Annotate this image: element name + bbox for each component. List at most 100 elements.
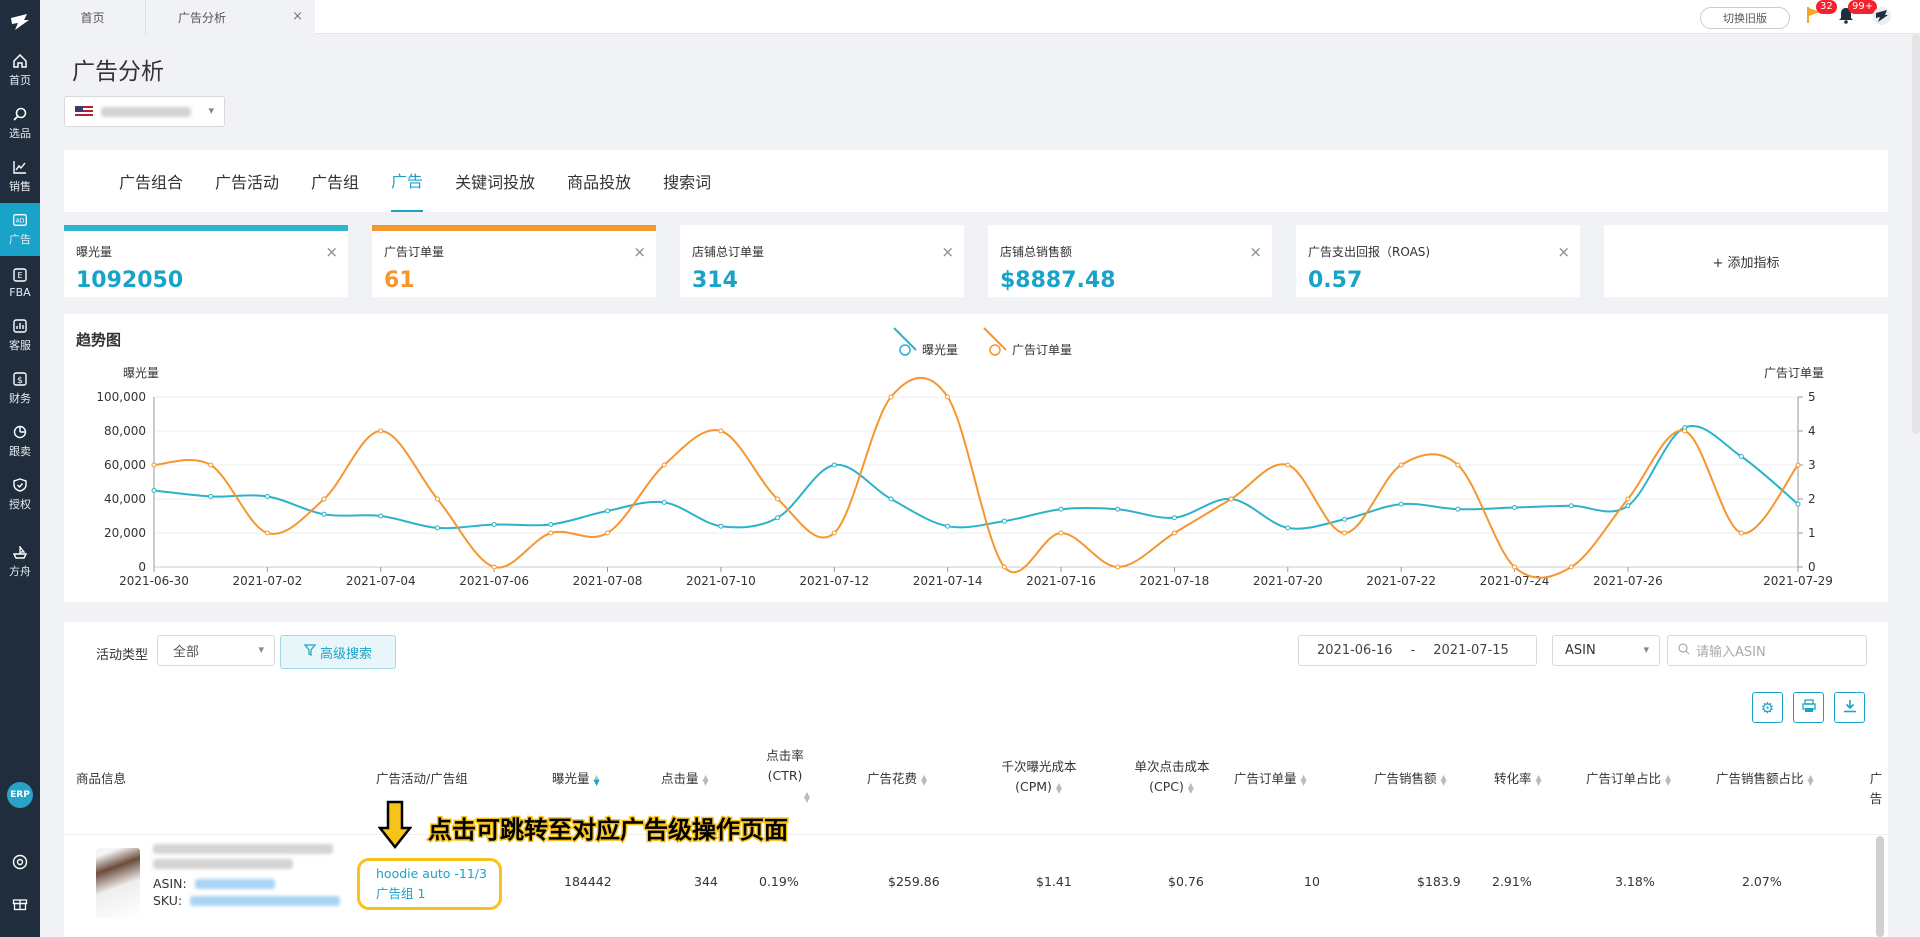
x-tick-label: 2021-07-12 [799,574,869,588]
series-point-1 [548,530,554,536]
series-point-0 [434,525,440,531]
flag-icon[interactable]: 32 [1806,0,1837,28]
series-point-0 [1285,525,1291,531]
col-order-share[interactable]: 广告订单占比 ▲ ▼ [1586,769,1672,789]
activity-type-label: 活动类型 [96,648,149,663]
app-logo-icon[interactable] [0,0,40,44]
close-icon[interactable]: × [941,243,954,261]
col-spend[interactable]: 广告花费 ▲ ▼ [867,769,928,789]
product-thumbnail[interactable] [96,848,140,918]
help-icon[interactable] [12,854,28,874]
col-sales-share[interactable]: 广告销售额占比 ▲ ▼ [1716,769,1815,789]
tab-product-targeting[interactable]: 商品投放 [567,150,631,212]
sidebar-item-finance[interactable]: $ 财务 [0,362,40,415]
add-metric-button[interactable]: + 添加指标 [1604,225,1888,297]
sort-icon[interactable]: ▲ ▼ [1300,773,1308,786]
avatar[interactable] [1872,6,1892,30]
metric-card-store-sales[interactable]: 店铺总销售额 $8887.48 × [988,225,1272,297]
metric-card-ad-orders[interactable]: 广告订单量 61 × [372,225,656,297]
sidebar-item-sales[interactable]: 销售 [0,150,40,203]
bell-icon[interactable]: 99+ [1838,0,1878,28]
y-right-tick-label: 1 [1808,526,1816,540]
sort-icon[interactable]: ▲ ▼ [920,773,928,786]
sort-icon[interactable]: ▲ ▼ [803,790,811,803]
sort-icon[interactable]: ▲ ▼ [702,773,710,786]
close-icon[interactable]: × [325,243,338,261]
col-sales[interactable]: 广告销售额 ▲ ▼ [1374,769,1448,789]
store-selector[interactable]: ▾ [64,96,225,127]
gift-icon[interactable] [12,895,28,915]
close-icon[interactable]: × [292,9,303,24]
tab-home[interactable]: 首页 [40,0,145,34]
sort-icon[interactable]: ▲ ▼ [1807,773,1815,786]
col-impressions[interactable]: 曝光量 ▲ ▼ [552,769,601,789]
date-to[interactable]: 2021-07-15 [1433,643,1509,658]
sidebar-item-home[interactable]: 首页 [0,44,40,97]
print-button[interactable] [1793,692,1824,723]
series-point-1 [491,564,497,570]
x-tick-label: 2021-06-30 [119,574,189,588]
metric-value: 1092050 [76,268,184,293]
activity-type-select[interactable]: 全部 ▾ [157,635,275,666]
sort-icon[interactable]: ▲ ▼ [1187,781,1195,794]
erp-button[interactable]: ERP [7,782,33,808]
tab-keyword-targeting[interactable]: 关键词投放 [455,150,535,212]
sort-icon[interactable]: ▲ ▼ [593,773,601,786]
sidebar-item-fba[interactable]: E FBA [0,256,40,309]
tab-ad-group[interactable]: 广告组 [311,150,359,212]
service-icon [12,318,28,334]
metric-value: 314 [692,268,738,293]
page-scrollbar[interactable] [1912,34,1920,434]
col-clicks[interactable]: 点击量 ▲ ▼ [661,769,710,789]
asin-search-input[interactable]: 请输入ASIN [1667,635,1867,666]
sort-icon[interactable]: ▲ ▼ [1535,773,1543,786]
sort-icon[interactable]: ▲ ▼ [1440,773,1448,786]
ad-level-tabs: 广告组合 广告活动 广告组 广告 关键词投放 商品投放 搜索词 [64,150,1888,212]
sidebar-item-follow[interactable]: 跟卖 [0,415,40,468]
dollar-icon: $ [12,371,28,387]
series-point-0 [548,522,554,527]
advanced-search-button[interactable]: 高级搜索 [280,635,396,669]
col-ctr[interactable]: 点击率 (CTR) ▲ ▼ [750,746,820,806]
us-flag-icon [75,105,93,118]
metric-card-roas[interactable]: 广告支出回报（ROAS) 0.57 × [1296,225,1580,297]
tab-ad[interactable]: 广告 [391,150,424,212]
date-range-picker[interactable]: 2021-06-16 - 2021-07-15 [1298,635,1537,666]
shield-icon [12,477,28,493]
sidebar-item-service[interactable]: 客服 [0,309,40,362]
tab-ad-analysis[interactable]: 广告分析 × [145,0,315,34]
sort-icon[interactable]: ▲ ▼ [1664,773,1672,786]
metric-card-impressions[interactable]: 曝光量 1092050 × [64,225,348,297]
close-icon[interactable]: × [633,243,646,261]
col-cvr[interactable]: 转化率 ▲ ▼ [1494,769,1543,789]
export-button[interactable] [1834,692,1865,723]
close-icon[interactable]: × [1249,243,1262,261]
series-point-0 [1795,501,1801,507]
tab-search-term[interactable]: 搜索词 [663,150,711,212]
sku-value-blurred[interactable] [190,895,341,906]
ark-icon [12,544,28,560]
down-arrow-icon [378,800,412,850]
sidebar-item-ads[interactable]: AD 广告 [0,203,40,256]
close-icon[interactable]: × [1557,243,1570,261]
tab-campaign[interactable]: 广告活动 [215,150,279,212]
sidebar-item-selection[interactable]: 选品 [0,97,40,150]
asin-type-select[interactable]: ASIN ▾ [1552,635,1660,666]
series-point-1 [1001,564,1007,570]
col-cpc[interactable]: 单次点击成本 (CPC) ▲ ▼ [1122,757,1222,797]
sidebar-item-auth[interactable]: 授权 [0,468,40,521]
sidebar-item-label: 授权 [9,498,31,511]
switch-old-version-button[interactable]: 切换旧版 [1700,7,1790,29]
metric-card-store-orders[interactable]: 店铺总订单量 314 × [680,225,964,297]
sidebar-item-ark[interactable]: 方舟 [0,535,40,588]
settings-button[interactable]: ⚙ [1752,692,1783,723]
col-cpm[interactable]: 千次曝光成本 (CPM) ▲ ▼ [989,757,1089,797]
date-from[interactable]: 2021-06-16 [1317,643,1393,658]
sort-icon[interactable]: ▲ ▼ [1055,781,1063,794]
col-orders[interactable]: 广告订单量 ▲ ▼ [1234,769,1308,789]
series-point-1 [1738,530,1744,536]
series-point-1 [264,530,270,536]
asin-value-blurred[interactable] [194,878,275,889]
table-scrollbar[interactable] [1876,836,1884,937]
tab-portfolio[interactable]: 广告组合 [119,150,183,212]
